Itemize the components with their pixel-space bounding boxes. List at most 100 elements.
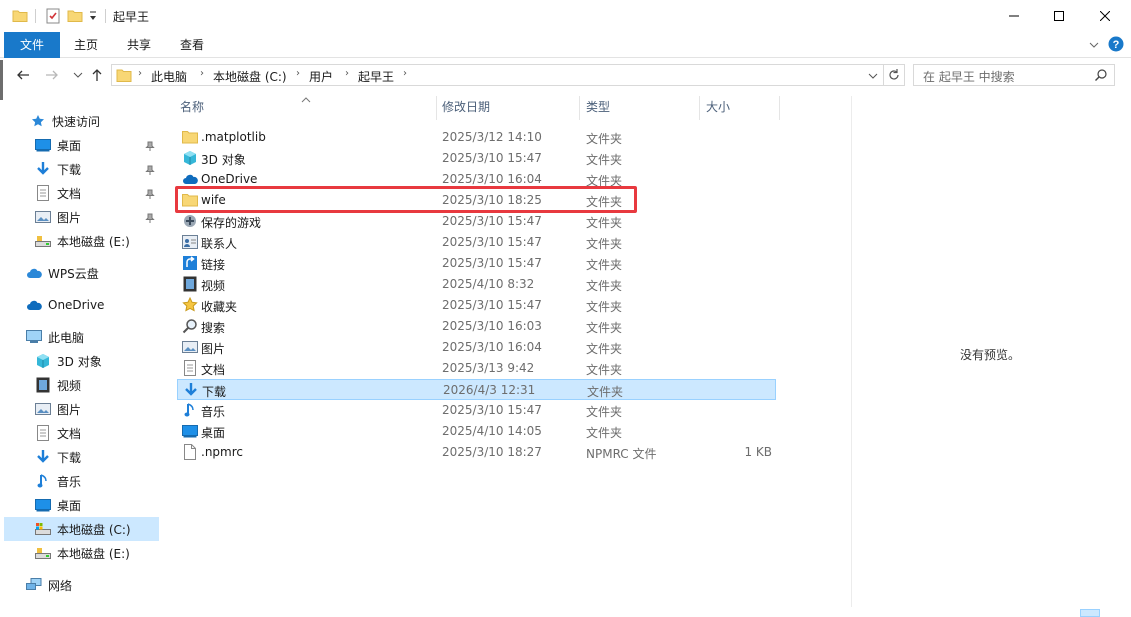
videos-icon bbox=[35, 377, 51, 393]
file-row[interactable]: 文档 2025/3/13 9:42 文件夹 bbox=[177, 358, 776, 379]
desktop-icon bbox=[35, 137, 51, 153]
crumb-this-pc[interactable]: 此电脑 bbox=[151, 68, 187, 85]
file-name: .npmrc bbox=[201, 445, 243, 459]
crumb-current-folder[interactable]: 起早王 bbox=[358, 68, 394, 85]
file-name: 搜索 bbox=[201, 321, 226, 335]
crumb-separator-icon[interactable]: › bbox=[345, 68, 349, 79]
search-input[interactable]: 在 起早王 中搜索 bbox=[923, 68, 1015, 85]
nav-item-documents[interactable]: 文档 bbox=[35, 181, 81, 205]
search-icon[interactable] bbox=[1094, 68, 1108, 85]
crumb-local-disk-c[interactable]: 本地磁盘 (C:) bbox=[213, 68, 287, 85]
maximize-button[interactable] bbox=[1036, 0, 1082, 32]
column-separator[interactable] bbox=[699, 96, 700, 120]
crumb-users[interactable]: 用户 bbox=[309, 68, 333, 85]
expand-ribbon-icon[interactable] bbox=[1088, 39, 1100, 54]
file-type: 文件夹 bbox=[586, 153, 623, 167]
address-dropdown-icon[interactable] bbox=[868, 70, 878, 84]
tab-home[interactable]: 主页 bbox=[66, 32, 106, 58]
nav-network[interactable]: 网络 bbox=[26, 573, 72, 597]
nav-label: 桌面 bbox=[57, 138, 82, 153]
recent-locations-icon[interactable] bbox=[70, 67, 86, 83]
nav-label: 下载 bbox=[57, 162, 82, 177]
nav-quick-access[interactable]: 快速访问 bbox=[30, 109, 100, 133]
forward-icon[interactable] bbox=[44, 67, 60, 83]
nav-label: 本地磁盘 (E:) bbox=[57, 546, 130, 561]
file-row[interactable]: 桌面 2025/4/10 14:05 文件夹 bbox=[177, 421, 776, 442]
help-icon[interactable]: ? bbox=[1108, 36, 1124, 55]
column-header-type[interactable]: 类型 bbox=[586, 96, 610, 118]
back-icon[interactable] bbox=[15, 67, 31, 83]
column-header-date[interactable]: 修改日期 bbox=[442, 96, 490, 118]
crumb-separator-icon[interactable]: › bbox=[138, 68, 142, 79]
file-row[interactable]: 搜索 2025/3/10 16:03 文件夹 bbox=[177, 316, 776, 337]
file-name: 3D 对象 bbox=[201, 153, 246, 167]
address-bar[interactable]: › 此电脑 › 本地磁盘 (C:) › 用户 › 起早王 › bbox=[111, 64, 905, 86]
tab-view[interactable]: 查看 bbox=[172, 32, 212, 58]
close-button[interactable] bbox=[1082, 0, 1128, 32]
new-folder-icon[interactable] bbox=[67, 8, 83, 27]
nav-item-local-disk-e[interactable]: 本地磁盘 (E:) bbox=[35, 229, 130, 253]
large-icons-view-icon[interactable] bbox=[1104, 609, 1124, 617]
nav-item-local-disk-e-pc[interactable]: 本地磁盘 (E:) bbox=[35, 541, 130, 565]
column-header-size[interactable]: 大小 bbox=[706, 96, 730, 118]
column-separator[interactable] bbox=[779, 96, 780, 120]
column-header-name[interactable]: 名称 bbox=[180, 96, 204, 118]
nav-onedrive[interactable]: OneDrive bbox=[26, 293, 104, 317]
nav-item-pictures[interactable]: 图片 bbox=[35, 205, 81, 229]
edge-artifact bbox=[0, 60, 3, 100]
search-box[interactable]: 在 起早王 中搜索 bbox=[913, 64, 1115, 86]
nav-item-3d-objects[interactable]: 3D 对象 bbox=[35, 349, 102, 373]
column-separator[interactable] bbox=[579, 96, 580, 120]
refresh-icon[interactable] bbox=[886, 67, 902, 86]
title-bar: 起早王 bbox=[0, 0, 1131, 32]
pin-icon[interactable] bbox=[145, 188, 155, 199]
nav-item-desktop-pc[interactable]: 桌面 bbox=[35, 493, 81, 517]
file-type: 文件夹 bbox=[586, 279, 623, 293]
file-row[interactable]: 收藏夹 2025/3/10 15:47 文件夹 bbox=[177, 295, 776, 316]
nav-item-downloads-pc[interactable]: 下载 bbox=[35, 445, 81, 469]
nav-item-downloads[interactable]: 下载 bbox=[35, 157, 81, 181]
nav-item-local-disk-c[interactable]: 本地磁盘 (C:) bbox=[4, 517, 159, 541]
pin-icon[interactable] bbox=[145, 140, 155, 151]
file-row[interactable]: 3D 对象 2025/3/10 15:47 文件夹 bbox=[177, 148, 776, 169]
file-row[interactable]: 音乐 2025/3/10 15:47 文件夹 bbox=[177, 400, 776, 421]
nav-wps-cloud[interactable]: WPS云盘 bbox=[26, 261, 99, 285]
pin-icon[interactable] bbox=[145, 212, 155, 223]
minimize-button[interactable] bbox=[991, 0, 1037, 32]
file-row[interactable]: 视频 2025/4/10 8:32 文件夹 bbox=[177, 274, 776, 295]
nav-label: 网络 bbox=[48, 578, 73, 593]
file-row[interactable]: .npmrc 2025/3/10 18:27 NPMRC 文件 1 KB bbox=[177, 442, 776, 463]
nav-label: WPS云盘 bbox=[48, 266, 99, 281]
folder-icon bbox=[182, 129, 198, 145]
nav-item-desktop[interactable]: 桌面 bbox=[35, 133, 81, 157]
nav-item-videos[interactable]: 视频 bbox=[35, 373, 81, 397]
nav-item-documents-pc[interactable]: 文档 bbox=[35, 421, 81, 445]
nav-this-pc[interactable]: 此电脑 bbox=[26, 325, 84, 349]
file-row[interactable]: 链接 2025/3/10 15:47 文件夹 bbox=[177, 253, 776, 274]
3d-objects-icon bbox=[182, 150, 198, 166]
favorites-icon bbox=[182, 297, 198, 313]
crumb-separator-icon[interactable]: › bbox=[200, 68, 204, 79]
properties-icon[interactable] bbox=[45, 8, 61, 27]
file-row[interactable]: 图片 2025/3/10 16:04 文件夹 bbox=[177, 337, 776, 358]
file-row[interactable]: 联系人 2025/3/10 15:47 文件夹 bbox=[177, 232, 776, 253]
file-type: 文件夹 bbox=[586, 321, 623, 335]
tab-share[interactable]: 共享 bbox=[119, 32, 159, 58]
crumb-separator-icon[interactable]: › bbox=[403, 68, 407, 79]
desktop-icon bbox=[182, 423, 198, 439]
customize-toolbar-icon[interactable] bbox=[88, 9, 98, 26]
preview-pane-divider[interactable] bbox=[851, 96, 852, 607]
pictures-icon bbox=[35, 209, 51, 225]
file-row[interactable]: 保存的游戏 2025/3/10 15:47 文件夹 bbox=[177, 211, 776, 232]
pin-icon[interactable] bbox=[145, 164, 155, 175]
star-icon bbox=[30, 113, 46, 129]
file-row-selected[interactable]: 下载 2026/4/3 12:31 文件夹 bbox=[177, 379, 776, 400]
crumb-separator-icon[interactable]: › bbox=[296, 68, 300, 79]
nav-item-music[interactable]: 音乐 bbox=[35, 469, 81, 493]
details-view-icon[interactable] bbox=[1080, 609, 1100, 617]
tab-file[interactable]: 文件 bbox=[4, 32, 60, 58]
file-row[interactable]: .matplotlib 2025/3/12 14:10 文件夹 bbox=[177, 127, 776, 148]
column-separator[interactable] bbox=[436, 96, 437, 120]
up-icon[interactable] bbox=[89, 67, 105, 83]
nav-item-pictures-pc[interactable]: 图片 bbox=[35, 397, 81, 421]
